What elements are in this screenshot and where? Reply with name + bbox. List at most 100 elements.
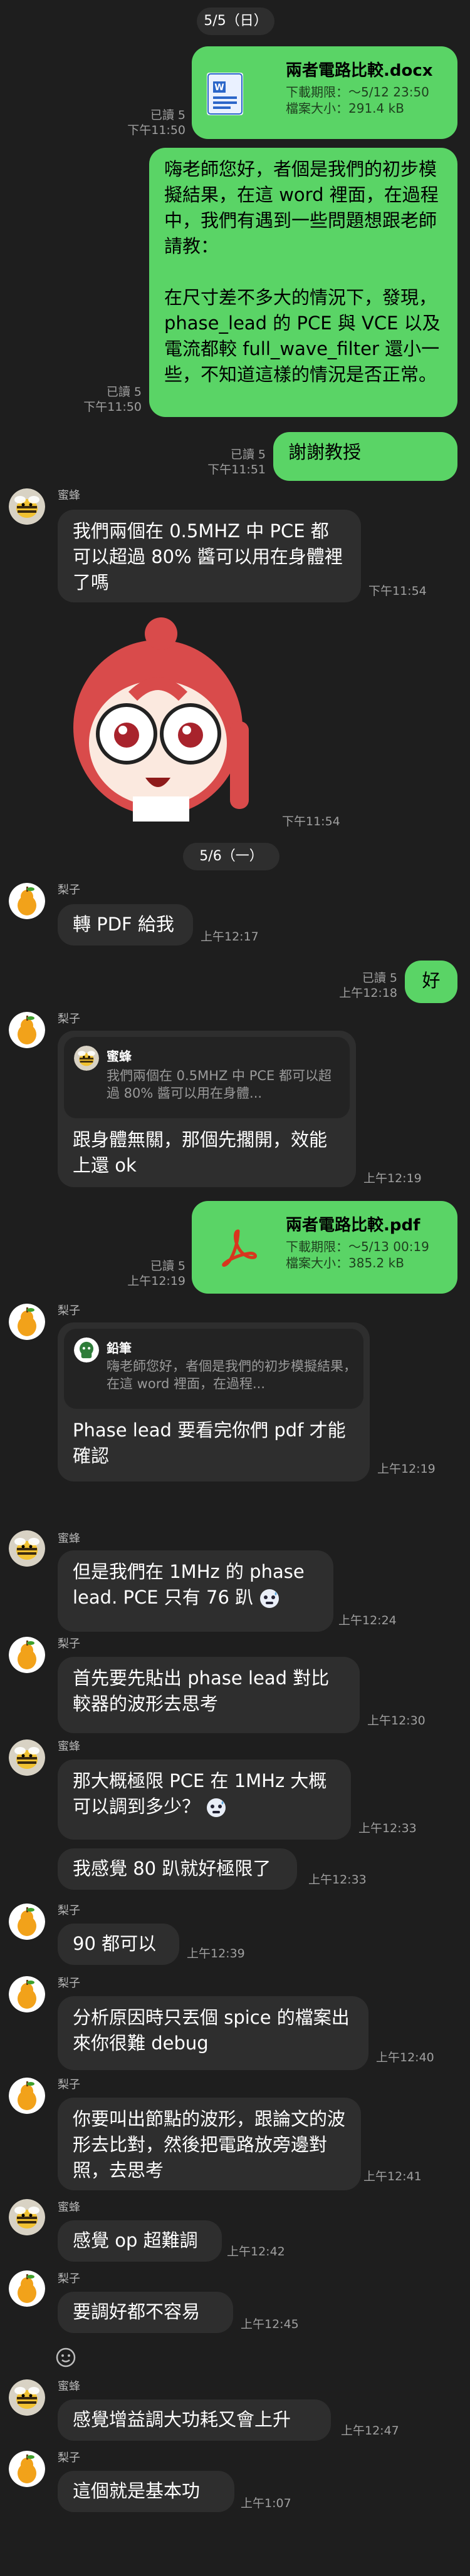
sender-name: 蜜蜂 xyxy=(58,1740,80,1753)
quoted-sender: 鉛筆 xyxy=(107,1341,132,1356)
sender-name: 梨子 xyxy=(58,1304,80,1317)
message-time: 上午12:17 xyxy=(201,930,259,944)
read-receipt: 已讀 5 xyxy=(230,448,266,461)
message-bubble[interactable]: 轉 PDF 給我 xyxy=(58,904,193,945)
message-text: 謝謝教授 xyxy=(288,441,362,463)
sender-name: 梨子 xyxy=(58,1637,80,1651)
pear-avatar-icon[interactable] xyxy=(9,883,45,919)
message-bubble[interactable]: 好 xyxy=(405,961,457,1003)
message-bubble[interactable]: 首先要先貼出 phase lead 對比較器的波形去思考 xyxy=(58,1657,360,1733)
message-time: 上午12:47 xyxy=(341,2424,399,2438)
sender-name: 梨子 xyxy=(58,1012,80,1026)
reply-message[interactable]: 蜜蜂 我們兩個在 0.5MHZ 中 PCE 都可以超過 80% 醬可以用在身體.… xyxy=(58,1031,356,1187)
message-bubble[interactable]: 謝謝教授 xyxy=(273,432,457,481)
bee-avatar-icon[interactable] xyxy=(9,2379,45,2416)
message-time: 下午11:50 xyxy=(127,123,185,137)
message-text: 90 都可以 xyxy=(73,1933,157,1954)
sender-name: 蜜蜂 xyxy=(58,1532,80,1545)
sender-name: 蜜蜂 xyxy=(58,2201,80,2214)
message-bubble[interactable]: 我感覺 80 趴就好極限了 xyxy=(58,1848,297,1890)
reply-message[interactable]: 鉛筆 嗨老師您好，者個是我們的初步模擬結果，在這 word 裡面，在過程... … xyxy=(58,1322,370,1481)
file-expiry: 下載期限：～5/12 23:50 xyxy=(286,85,429,100)
message-time: 上午12:18 xyxy=(339,986,397,1000)
message-time: 下午11:51 xyxy=(207,463,266,477)
message-text: 跟身體無關，那個先擱開，效能上還 ok xyxy=(73,1129,328,1176)
message-text: 要調好都不容易 xyxy=(73,2301,201,2322)
sender-name: 梨子 xyxy=(58,2078,80,2091)
file-size: 檔案大小：291.4 kB xyxy=(286,101,404,116)
sender-name: 梨子 xyxy=(58,2272,80,2285)
bee-avatar-icon[interactable] xyxy=(9,1530,45,1567)
sender-name: 蜜蜂 xyxy=(58,489,80,502)
pear-avatar-icon[interactable] xyxy=(9,1637,45,1673)
quoted-message[interactable]: 蜜蜂 我們兩個在 0.5MHZ 中 PCE 都可以超過 80% 醬可以用在身體.… xyxy=(64,1037,350,1118)
bee-avatar-icon[interactable] xyxy=(9,488,45,525)
message-bubble[interactable]: 那大概極限 PCE 在 1MHz 大概可以調到多少？ xyxy=(58,1759,351,1840)
pear-avatar-icon[interactable] xyxy=(9,2078,45,2114)
smile-reaction-icon[interactable] xyxy=(55,2347,76,2368)
read-receipt: 已讀 5 xyxy=(106,385,142,399)
message-text: 這個就是基本功 xyxy=(73,2480,201,2501)
message-bubble[interactable]: 這個就是基本功 xyxy=(58,2471,234,2512)
file-name: 兩者電路比較.docx xyxy=(286,61,433,80)
pear-avatar-icon[interactable] xyxy=(9,2270,45,2307)
message-bubble[interactable]: 嗨老師您好，者個是我們的初步模擬結果，在這 word 裡面，在過程中，我們有遇到… xyxy=(149,148,457,417)
message-time: 上午12:19 xyxy=(377,1462,436,1476)
sender-name: 梨子 xyxy=(58,2451,80,2465)
message-time: 上午12:24 xyxy=(338,1614,397,1627)
message-time: 下午11:50 xyxy=(83,400,142,414)
file-name: 兩者電路比較.pdf xyxy=(286,1216,420,1235)
message-text: 好 xyxy=(422,970,441,991)
read-receipt: 已讀 5 xyxy=(362,971,397,985)
message-time: 上午12:19 xyxy=(363,1172,422,1185)
message-text: 轉 PDF 給我 xyxy=(73,914,174,935)
message-time: 上午12:30 xyxy=(367,1714,426,1728)
read-receipt: 已讀 5 xyxy=(150,108,185,122)
message-bubble[interactable]: 但是我們在 1MHz 的 phase lead. PCE 只有 76 趴 xyxy=(58,1550,333,1632)
file-message[interactable]: W 兩者電路比較.docx 下載期限：～5/12 23:50 檔案大小：291.… xyxy=(192,46,457,139)
message-text: 我感覺 80 趴就好極限了 xyxy=(73,1858,271,1879)
message-text: Phase lead 要看完你們 pdf 才能確認 xyxy=(73,1419,346,1466)
pear-avatar-icon[interactable] xyxy=(9,1012,45,1048)
message-time: 上午12:39 xyxy=(187,1947,245,1960)
word-file-icon: W xyxy=(207,73,243,115)
pencil-avatar-icon xyxy=(74,1337,99,1363)
message-bubble[interactable]: 感覺 op 超難調 xyxy=(58,2220,222,2262)
message-text: 那大概極限 PCE 在 1MHz 大概可以調到多少？ xyxy=(73,1770,327,1817)
sticker[interactable] xyxy=(58,609,271,828)
message-bubble[interactable]: 90 都可以 xyxy=(58,1924,179,1965)
pear-avatar-icon[interactable] xyxy=(9,1904,45,1940)
message-time: 下午11:54 xyxy=(368,584,427,598)
message-bubble[interactable]: 要調好都不容易 xyxy=(58,2292,233,2333)
message-time: 上午12:45 xyxy=(241,2317,299,2331)
file-size: 檔案大小：385.2 kB xyxy=(286,1255,404,1270)
sender-name: 梨子 xyxy=(58,1904,80,1917)
bee-avatar-icon[interactable] xyxy=(9,1739,45,1776)
file-expiry: 下載期限：～5/13 00:19 xyxy=(286,1239,429,1254)
message-bubble[interactable]: 我們兩個在 0.5MHZ 中 PCE 都可以超過 80% 醬可以用在身體裡了嗎 xyxy=(58,510,361,602)
message-bubble[interactable]: 分析原因時只丟個 spice 的檔案出來你很難 debug xyxy=(58,1996,368,2070)
message-time: 上午12:33 xyxy=(308,1873,367,1887)
pear-avatar-icon[interactable] xyxy=(9,1304,45,1340)
svg-text:W: W xyxy=(214,83,224,93)
message-bubble[interactable]: 感覺增益調大功耗又會上升 xyxy=(58,2399,331,2441)
message-time: 上午12:33 xyxy=(358,1821,417,1835)
pear-avatar-icon[interactable] xyxy=(9,2451,45,2487)
sender-name: 蜜蜂 xyxy=(58,2380,80,2393)
message-time: 下午11:54 xyxy=(282,815,340,828)
date-pill: 5/6（一） xyxy=(183,843,279,870)
sweat-emoji-icon xyxy=(206,1797,227,1818)
message-time: 上午12:41 xyxy=(363,2170,422,2183)
quoted-text: 我們兩個在 0.5MHZ 中 PCE 都可以超過 80% 醬可以用在身體... xyxy=(107,1068,332,1101)
bee-avatar-icon[interactable] xyxy=(9,2199,45,2235)
read-receipt: 已讀 5 xyxy=(150,1259,185,1273)
message-bubble[interactable]: 你要叫出節點的波形，跟論文的波形去比對，然後把電路放旁邊對照，去思考 xyxy=(58,2098,361,2190)
bee-avatar-icon xyxy=(74,1046,99,1071)
date-pill: 5/5（日） xyxy=(197,8,274,35)
message-time: 上午12:19 xyxy=(127,1274,185,1288)
quoted-message[interactable]: 鉛筆 嗨老師您好，者個是我們的初步模擬結果，在這 word 裡面，在過程... xyxy=(64,1329,363,1409)
file-message[interactable]: 兩者電路比較.pdf 下載期限：～5/13 00:19 檔案大小：385.2 k… xyxy=(192,1201,457,1294)
message-time: 上午12:42 xyxy=(227,2245,285,2259)
pear-avatar-icon[interactable] xyxy=(9,1976,45,2012)
message-text: 感覺增益調大功耗又會上升 xyxy=(73,2409,291,2430)
